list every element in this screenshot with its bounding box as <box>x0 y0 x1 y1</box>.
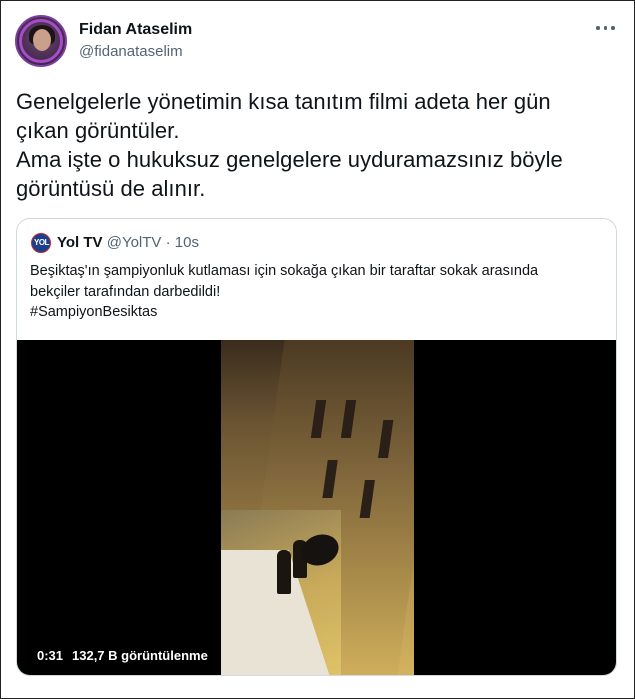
quoted-tweet-text: Beşiktaş'ın şampiyonluk kutlaması için s… <box>30 263 539 320</box>
quoted-author-avatar[interactable]: YOL <box>31 233 51 253</box>
quoted-tweet-header: Yol TV @YolTV · 10s <box>57 234 199 252</box>
quoted-avatar-text: YOL <box>34 238 49 247</box>
quoted-author-handle[interactable]: @YolTV <box>107 234 162 251</box>
author-handle[interactable]: @fidanataselim <box>79 43 183 61</box>
video-duration: 0:31 <box>37 648 64 663</box>
quoted-tweet[interactable]: YOL Yol TV @YolTV · 10s Beşiktaş'ın şamp… <box>16 218 617 676</box>
author-avatar[interactable] <box>15 15 67 67</box>
video-frame <box>221 340 414 675</box>
avatar-ring <box>19 19 63 63</box>
author-display-name[interactable]: Fidan Ataselim <box>79 21 192 39</box>
tweet-card: Fidan Ataselim @fidanataselim Genelgeler… <box>0 0 635 699</box>
frame-figure <box>277 550 291 594</box>
video-view-count: 132,7 B görüntülenme <box>72 648 208 663</box>
meta-separator: · <box>161 234 175 251</box>
quoted-author-name[interactable]: Yol TV <box>57 234 103 251</box>
tweet-text: Genelgelerle yönetimin kısa tanıtım film… <box>16 89 563 201</box>
more-horizontal-icon[interactable] <box>596 21 616 35</box>
quoted-tweet-time[interactable]: 10s <box>175 234 199 251</box>
video-player[interactable]: 0:31 132,7 B görüntülenme <box>17 340 616 675</box>
